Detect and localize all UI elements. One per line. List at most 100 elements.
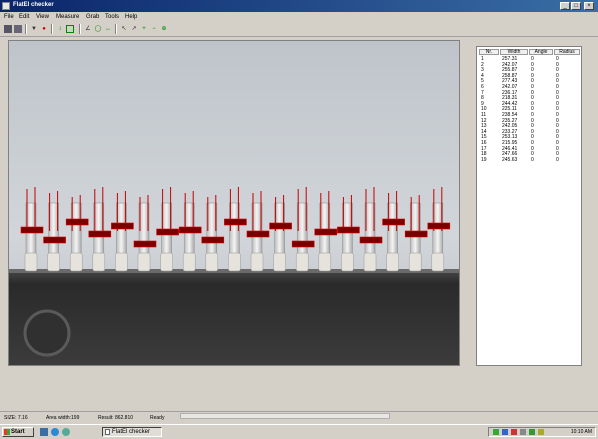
save-icon[interactable] — [4, 25, 12, 33]
inspection-image — [9, 41, 459, 365]
menu-view[interactable]: View — [36, 14, 49, 20]
stop-icon[interactable]: ● — [40, 25, 48, 33]
lead-foot — [205, 252, 219, 272]
table-cell: 19 — [481, 156, 487, 163]
column-header-angle[interactable]: Angle — [529, 49, 553, 55]
measure-bar — [88, 230, 112, 238]
measure-bar — [43, 236, 66, 244]
filter-icon[interactable]: ▼ — [30, 25, 38, 33]
lead-foot — [115, 252, 128, 272]
taskbar: Start FlatEl checker 10:10 AM — [0, 424, 598, 439]
window-title: FlatEl checker — [13, 2, 54, 8]
rectangle-icon[interactable] — [66, 25, 74, 33]
menu-edit[interactable]: Edit — [19, 14, 29, 20]
desktop-icon[interactable] — [40, 428, 48, 436]
table-cell: 0 — [556, 156, 559, 163]
clock: 10:10 AM — [570, 429, 592, 435]
measure-bar — [269, 222, 292, 230]
lead-foot — [47, 252, 60, 272]
lead-foot — [295, 252, 309, 272]
explorer-icon[interactable] — [62, 428, 70, 436]
measure-bar — [291, 240, 315, 248]
lead-foot — [273, 252, 286, 272]
task-label: FlatEl checker — [112, 429, 151, 435]
alert-icon[interactable] — [511, 429, 517, 435]
lead-foot — [69, 252, 83, 272]
menu-file[interactable]: File — [4, 14, 14, 20]
measure-bar — [314, 228, 338, 236]
shield-icon[interactable] — [529, 429, 535, 435]
measure-bar — [382, 218, 405, 226]
pointer-icon[interactable]: ↖ — [120, 25, 128, 33]
start-label: Start — [11, 429, 25, 435]
measure-bar — [178, 226, 202, 234]
measure-bar — [156, 228, 179, 236]
status-area: Area width:199 — [46, 415, 80, 421]
lead-foot — [24, 252, 38, 272]
measure-bar — [246, 230, 270, 238]
measure-bar — [111, 222, 134, 230]
menu-tools[interactable]: Tools — [105, 14, 119, 20]
measure-bar — [359, 236, 383, 244]
measure-bar — [427, 222, 451, 230]
lead-foot — [431, 252, 445, 272]
windows-logo-icon — [4, 429, 10, 435]
system-tray: 10:10 AM — [488, 427, 596, 437]
measure-bar — [224, 218, 247, 226]
lead-foot — [92, 252, 106, 272]
table-cell: 245.63 — [502, 156, 518, 163]
lead-foot — [363, 252, 377, 272]
column-header-radius[interactable]: Radius — [554, 49, 580, 55]
zoom-in-icon[interactable]: + — [140, 25, 148, 33]
menu-grab[interactable]: Grab — [86, 14, 99, 20]
measure-bar — [65, 218, 89, 226]
lead-foot — [182, 252, 196, 272]
lead-foot — [228, 252, 241, 272]
tray-app-icon[interactable] — [538, 429, 544, 435]
cursor-icon[interactable]: ↗ — [130, 25, 138, 33]
browser-icon[interactable] — [51, 428, 59, 436]
lead-foot — [250, 252, 264, 272]
menu-bar: File Edit View Measure Grab Tools Help — [0, 12, 598, 22]
minimize-button[interactable]: _ — [560, 2, 570, 10]
toolbar: ▼ ● ↕ ∠ ◯ ↔ ↖ ↗ + − ⊕ — [0, 22, 598, 37]
measure-bar — [133, 240, 157, 248]
monitor-icon[interactable] — [502, 429, 508, 435]
measure-bar — [20, 226, 44, 234]
angle-icon[interactable]: ∠ — [84, 25, 92, 33]
disk-icon[interactable] — [14, 25, 22, 33]
lead-foot — [408, 252, 422, 272]
menu-measure[interactable]: Measure — [56, 14, 79, 20]
measure-bar — [404, 230, 428, 238]
volume-icon[interactable] — [520, 429, 526, 435]
status-size: SIZE: 7.16 — [4, 415, 28, 421]
horizontal-scrollbar[interactable] — [180, 413, 390, 419]
table-cell: 0 — [531, 156, 534, 163]
menu-help[interactable]: Help — [125, 14, 137, 20]
status-state: Ready — [150, 415, 165, 421]
status-result: Result: 862.810 — [98, 415, 134, 421]
measure-bar — [337, 226, 360, 234]
fit-icon[interactable]: ⊕ — [160, 25, 168, 33]
column-header-nr[interactable]: Nr. — [479, 49, 499, 55]
network-icon[interactable] — [493, 429, 499, 435]
lead-foot — [160, 252, 173, 272]
lead-foot — [318, 252, 332, 272]
start-button[interactable]: Start — [2, 427, 34, 437]
zoom-out-icon[interactable]: − — [150, 25, 158, 33]
close-button[interactable]: × — [584, 2, 594, 10]
task-flatel-checker[interactable]: FlatEl checker — [102, 427, 162, 437]
title-bar[interactable]: FlatEl checker _ □ × — [0, 0, 598, 12]
measure-icon[interactable]: ↕ — [56, 25, 64, 33]
maximize-button[interactable]: □ — [571, 2, 581, 10]
lead-foot — [137, 252, 151, 272]
measurement-table[interactable]: Nr. Width Angle Radius 1 257.31 0 0 2 242.07 0… — [476, 46, 582, 366]
app-icon — [2, 2, 10, 10]
document-icon — [105, 429, 110, 435]
camera-image-view[interactable] — [8, 40, 460, 366]
column-header-width[interactable]: Width — [500, 49, 528, 55]
circle-icon[interactable]: ◯ — [94, 25, 102, 33]
measure-bar — [201, 236, 225, 244]
lead-foot — [386, 252, 399, 272]
width-icon[interactable]: ↔ — [104, 25, 112, 33]
